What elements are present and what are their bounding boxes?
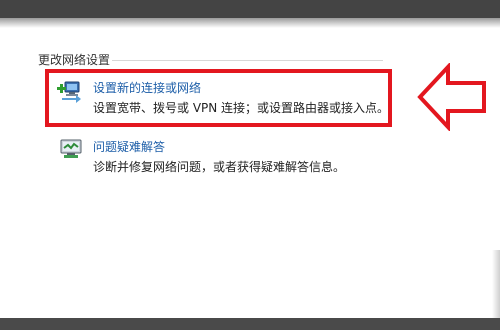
window-edge-shadow (492, 250, 500, 318)
section-divider (112, 60, 383, 61)
highlight-box (45, 69, 392, 127)
troubleshoot-link[interactable]: 问题疑难解答 (93, 138, 165, 155)
bottom-bar (0, 318, 500, 330)
troubleshoot-icon[interactable] (59, 138, 83, 160)
troubleshoot-description: 诊断并修复网络问题，或者获得疑难解答信息。 (93, 160, 346, 174)
section-title: 更改网络设置 (38, 53, 111, 67)
window-title-bar (0, 0, 500, 18)
title-bar-shadow (0, 18, 500, 28)
annotation-arrow-icon (416, 61, 488, 135)
